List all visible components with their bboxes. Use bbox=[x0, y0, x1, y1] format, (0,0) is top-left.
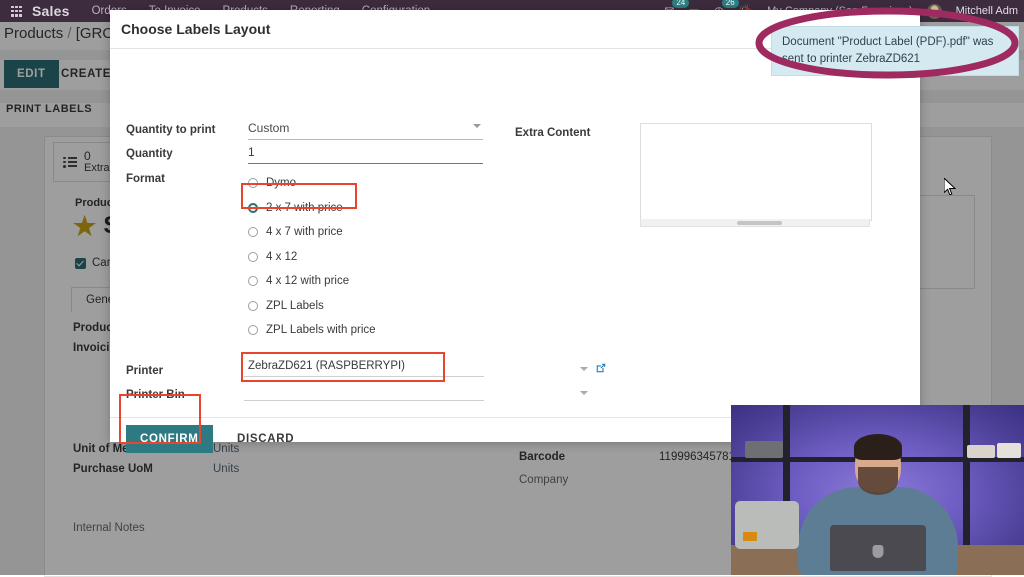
format-option-zpl-labels-with-price[interactable]: ZPL Labels with price bbox=[248, 318, 376, 343]
radio-icon[interactable] bbox=[248, 251, 258, 262]
format-label: Format bbox=[126, 173, 165, 185]
apps-grid-icon[interactable] bbox=[11, 5, 22, 17]
scrollbar-thumb[interactable] bbox=[737, 220, 782, 225]
field-underline bbox=[248, 139, 483, 140]
shelf-box bbox=[997, 443, 1021, 458]
shelf-box bbox=[745, 441, 783, 458]
format-option-4x12[interactable]: 4 x 12 bbox=[248, 245, 376, 270]
format-option-label: Dymo bbox=[266, 177, 297, 190]
quantity-to-print-value: Custom bbox=[248, 121, 290, 135]
field-underline bbox=[248, 163, 483, 164]
radio-icon-selected[interactable] bbox=[248, 202, 258, 213]
webcam-video-overlay[interactable] bbox=[731, 405, 1024, 575]
extra-content-label: Extra Content bbox=[515, 127, 591, 139]
radio-icon[interactable] bbox=[248, 178, 258, 189]
extra-content-horizontal-scrollbar[interactable] bbox=[640, 219, 870, 227]
quantity-to-print-select[interactable]: Custom bbox=[248, 121, 483, 140]
toast-message: Document "Product Label (PDF).pdf" was s… bbox=[782, 36, 994, 65]
format-option-label: ZPL Labels with price bbox=[266, 324, 376, 337]
quantity-to-print-label: Quantity to print bbox=[126, 124, 216, 136]
dialog-title: Choose Labels Layout bbox=[121, 21, 271, 37]
chevron-down-icon[interactable] bbox=[580, 367, 588, 371]
field-underline bbox=[244, 376, 484, 377]
printer-select[interactable]: ZebraZD621 (RASPBERRYPI) bbox=[244, 360, 484, 377]
radio-icon[interactable] bbox=[248, 325, 258, 336]
quantity-value: 1 bbox=[248, 145, 255, 159]
discard-button[interactable]: DISCARD bbox=[227, 425, 304, 453]
printer-bin-label: Printer Bin bbox=[126, 389, 185, 401]
field-underline bbox=[244, 400, 484, 401]
format-option-2x7-with-price[interactable]: 2 x 7 with price bbox=[248, 196, 376, 221]
presenter-hair bbox=[853, 434, 902, 460]
user-menu[interactable]: Mitchell Adm bbox=[956, 5, 1018, 17]
format-option-label: 4 x 12 with price bbox=[266, 275, 350, 288]
radio-icon[interactable] bbox=[248, 227, 258, 238]
radio-icon[interactable] bbox=[248, 300, 258, 311]
presenter-beard bbox=[857, 467, 898, 495]
label-printer-device bbox=[735, 501, 799, 549]
format-option-dymo[interactable]: Dymo bbox=[248, 171, 376, 196]
radio-icon[interactable] bbox=[248, 276, 258, 287]
extra-content-textarea[interactable] bbox=[640, 123, 872, 221]
chevron-down-icon bbox=[473, 124, 481, 128]
format-option-zpl-labels[interactable]: ZPL Labels bbox=[248, 294, 376, 319]
quantity-label: Quantity bbox=[126, 148, 173, 160]
app-brand-sales[interactable]: Sales bbox=[32, 3, 70, 19]
dialog-body: Quantity to print Custom Quantity 1 Form… bbox=[110, 49, 920, 417]
format-radio-group: Dymo 2 x 7 with price 4 x 7 with price 4… bbox=[248, 171, 376, 343]
laptop bbox=[829, 525, 926, 571]
format-option-4x12-with-price[interactable]: 4 x 12 with price bbox=[248, 269, 376, 294]
activities-badge: 26 bbox=[721, 0, 739, 8]
external-link-icon[interactable] bbox=[595, 362, 607, 374]
messages-badge: 24 bbox=[672, 0, 690, 8]
avatar[interactable] bbox=[926, 3, 942, 19]
format-option-label: 4 x 12 bbox=[266, 250, 298, 263]
format-option-label: 4 x 7 with price bbox=[266, 226, 343, 239]
printer-value: ZebraZD621 (RASPBERRYPI) bbox=[248, 360, 406, 372]
chevron-down-icon[interactable]: ⌄ bbox=[1001, 27, 1010, 33]
notification-toast[interactable]: ⌄ Document "Product Label (PDF).pdf" was… bbox=[771, 26, 1019, 76]
quantity-input[interactable]: 1 bbox=[248, 145, 483, 164]
printer-label: Printer bbox=[126, 365, 164, 377]
confirm-button[interactable]: CONFIRM bbox=[126, 425, 213, 453]
shelf-box bbox=[967, 445, 995, 458]
mouse-cursor bbox=[944, 178, 956, 195]
chevron-down-icon[interactable] bbox=[580, 391, 588, 395]
printer-bin-select[interactable] bbox=[244, 385, 484, 401]
format-option-4x7-with-price[interactable]: 4 x 7 with price bbox=[248, 220, 376, 245]
format-option-label: ZPL Labels bbox=[266, 299, 324, 312]
format-option-label: 2 x 7 with price bbox=[266, 201, 343, 214]
